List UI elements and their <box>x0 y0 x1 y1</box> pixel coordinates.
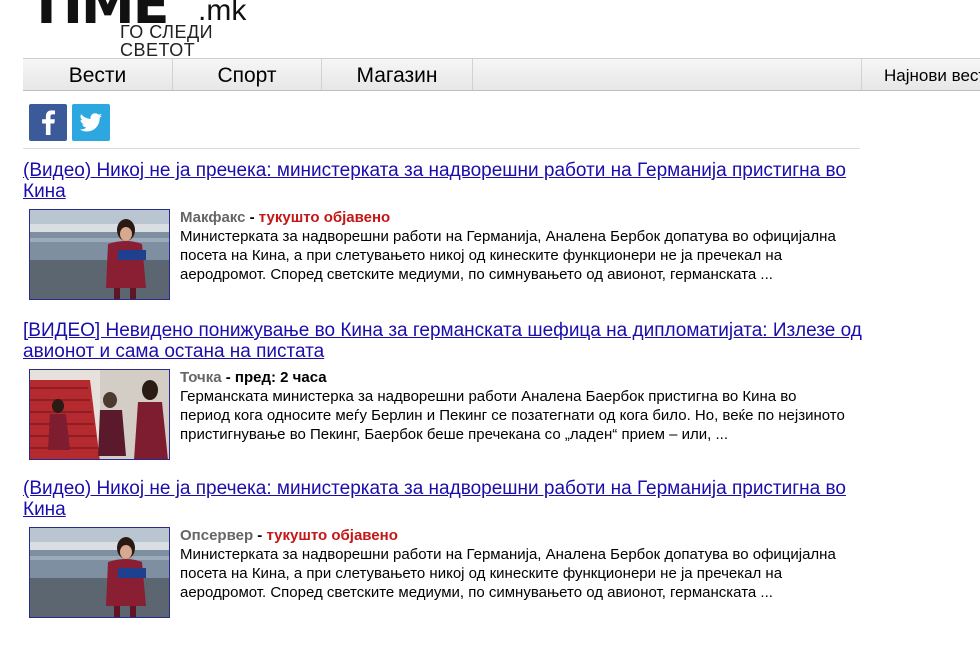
twitter-icon <box>79 113 102 132</box>
twitter-share-button[interactable] <box>72 104 110 141</box>
site-logo[interactable]: TIME .mk ГО СЛЕДИ СВЕТОТ <box>28 0 288 59</box>
meta-separator: - <box>221 369 235 386</box>
article-time: тукушто објавено <box>258 209 391 226</box>
article-summary: Министерката за надворешни работи на Гер… <box>180 228 836 283</box>
article-source[interactable]: Макфакс <box>180 209 245 226</box>
logo-tagline: ГО СЛЕДИ СВЕТОТ <box>120 22 214 60</box>
main-nav: Вести Спорт Магазин Најнови вести <box>23 58 980 91</box>
meta-separator: - <box>245 209 259 226</box>
nav-item-vesti[interactable]: Вести <box>23 59 173 90</box>
article-thumbnail[interactable] <box>29 369 170 460</box>
facebook-share-button[interactable] <box>29 104 67 141</box>
meta-separator: - <box>253 527 267 544</box>
content-divider <box>23 148 860 149</box>
article-meta: Макфакс - тукушто објавено <box>180 208 390 227</box>
article-thumbnail[interactable] <box>29 209 170 300</box>
article-source[interactable]: Опсервер <box>180 527 253 544</box>
article-thumbnail[interactable] <box>29 527 170 618</box>
article-photo <box>30 210 169 299</box>
article-summary: Германската министерка за надворешни раб… <box>180 388 845 443</box>
article-title-link[interactable]: [ВИДЕО] Невидено понижување во Кина за г… <box>23 320 863 362</box>
article-photo <box>30 528 169 617</box>
article-meta: Опсервер - тукушто објавено <box>180 526 398 545</box>
article-item: [ВИДЕО] Невидено понижување во Кина за г… <box>23 320 863 460</box>
nav-item-sport[interactable]: Спорт <box>173 59 322 90</box>
article-summary: Министерката за надворешни работи на Гер… <box>180 546 836 601</box>
article-title-link[interactable]: (Видео) Никој не ја пречека: министеркат… <box>23 160 863 202</box>
nav-item-magazin[interactable]: Магазин <box>322 59 473 90</box>
facebook-icon <box>42 110 55 135</box>
article-item: (Видео) Никој не ја пречека: министеркат… <box>23 478 863 618</box>
article-item: (Видео) Никој не ја пречека: министеркат… <box>23 160 863 300</box>
nav-item-latest-news[interactable]: Најнови вести <box>861 59 980 90</box>
article-title-link[interactable]: (Видео) Никој не ја пречека: министеркат… <box>23 478 863 520</box>
article-source[interactable]: Точка <box>180 369 222 386</box>
article-time: пред: 2 часа <box>234 369 327 386</box>
article-time: тукушто објавено <box>266 527 398 544</box>
article-photo <box>30 370 169 459</box>
article-meta: Точка - пред: 2 часа <box>180 368 327 387</box>
